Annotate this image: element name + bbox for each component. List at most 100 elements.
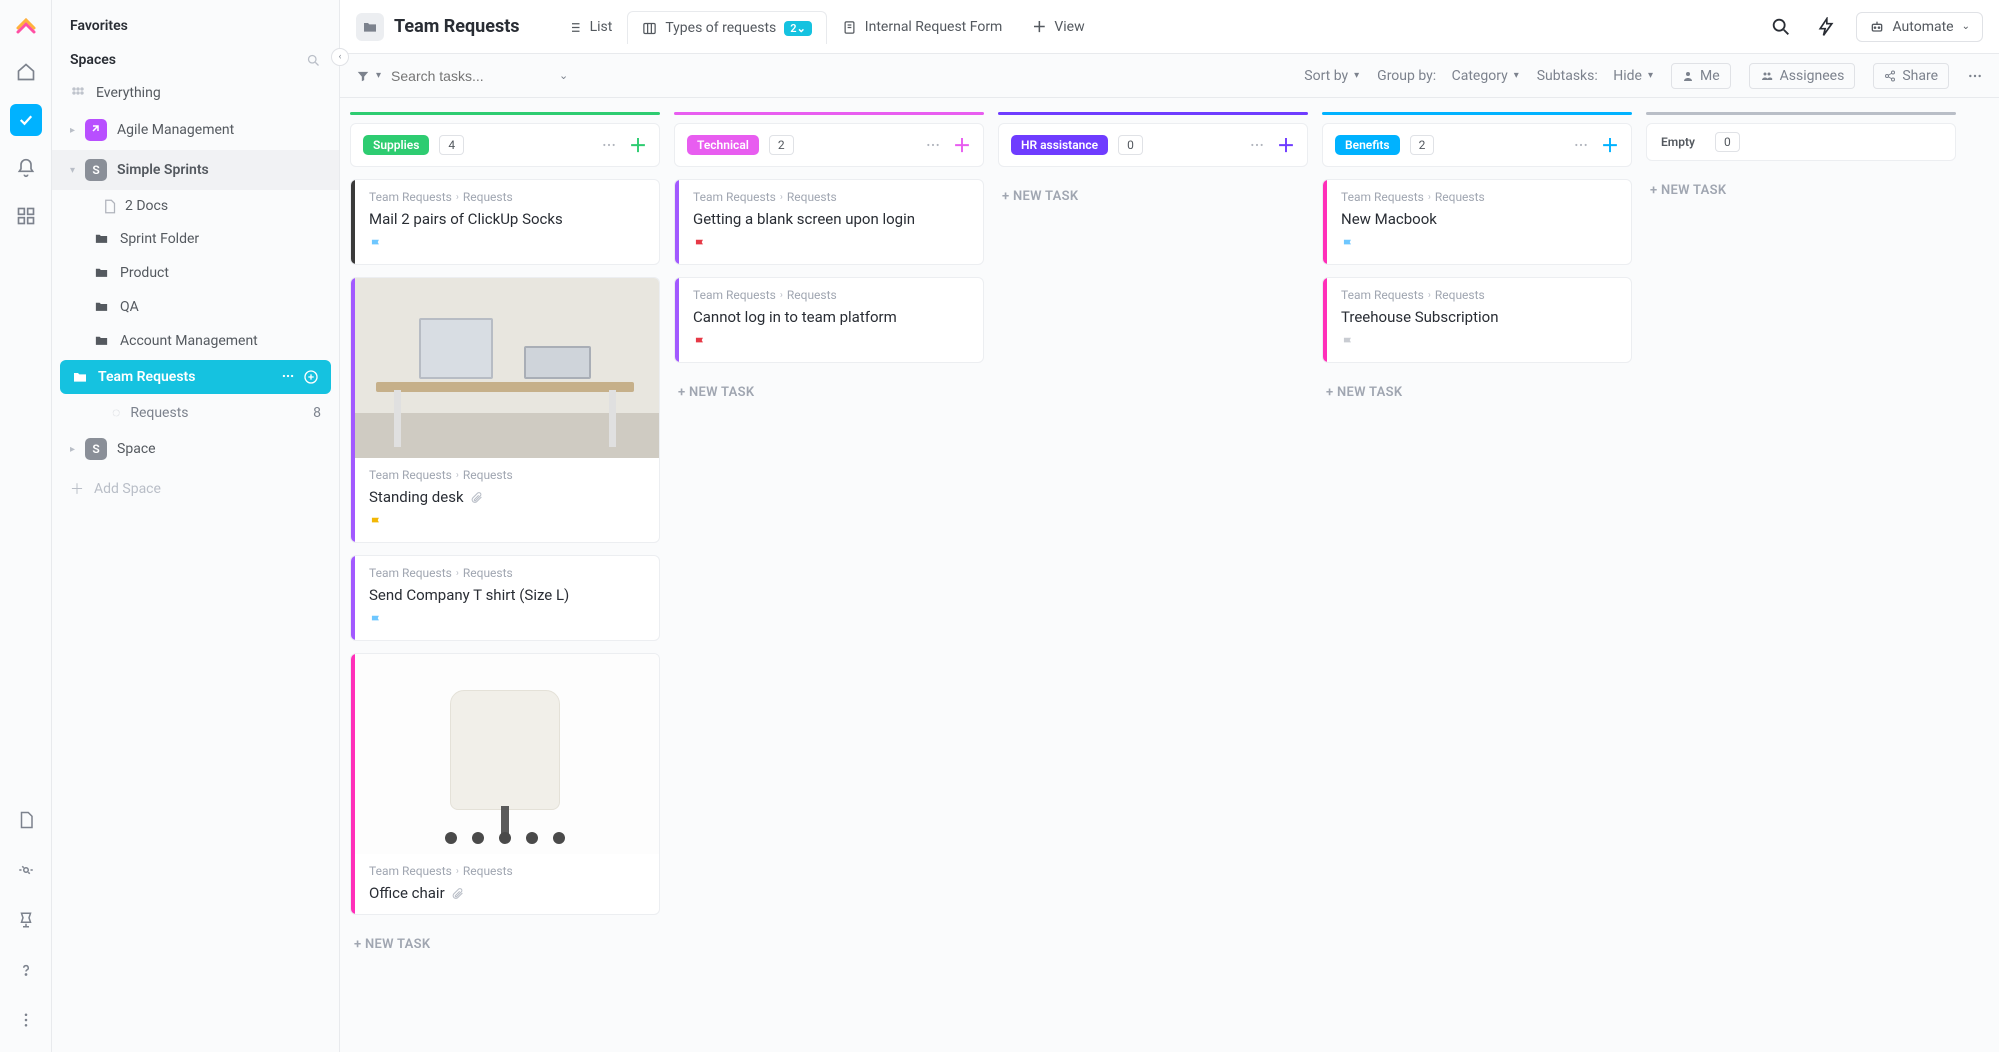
sidebar-folder-account[interactable]: Account Management [52,324,339,358]
priority-flag-icon[interactable] [369,238,645,252]
new-task-button[interactable]: + NEW TASK [998,179,1308,214]
new-task-button[interactable]: + NEW TASK [1322,375,1632,410]
column-add-task-icon[interactable]: ＋ [629,132,647,158]
new-task-button[interactable]: + NEW TASK [350,927,660,962]
sidebar-add-space[interactable]: ＋ Add Space [52,469,339,509]
column-add-task-icon[interactable]: ＋ [953,132,971,158]
sidebar-folder-product[interactable]: Product [52,256,339,290]
apps-icon[interactable] [10,200,42,232]
notifications-icon[interactable] [10,152,42,184]
folder-account-label: Account Management [120,333,258,349]
folder-qa-label: QA [120,299,139,315]
goals-icon[interactable] [10,904,42,936]
task-card[interactable]: Team Requests › Requests Mail 2 pairs of… [350,179,660,265]
priority-flag-icon[interactable] [369,516,645,530]
priority-flag-icon[interactable] [693,238,969,252]
share-button[interactable]: Share [1873,63,1949,89]
task-card[interactable]: Team Requests › Requests Treehouse Subsc… [1322,277,1632,363]
sidebar-everything[interactable]: Everything [52,76,339,110]
chevron-down-icon[interactable]: ⌄ [559,69,568,82]
task-card[interactable]: Team Requests › Requests Standing desk [350,277,660,543]
column-label[interactable]: Empty [1659,132,1705,152]
column-more-icon[interactable] [1573,137,1589,153]
column-label[interactable]: HR assistance [1011,135,1108,155]
me-filter[interactable]: Me [1671,63,1731,89]
new-task-button[interactable]: + NEW TASK [674,375,984,410]
favorites-header[interactable]: Favorites [52,8,339,42]
tab-add-view[interactable]: ＋ View [1017,8,1099,45]
search-icon[interactable] [306,53,321,68]
kanban-board[interactable]: Supplies 4 ＋ Team Requests › Requests Ma… [340,98,1999,1052]
me-label: Me [1700,68,1720,84]
sidebar-space[interactable]: ▸ S Space [52,429,339,469]
task-card[interactable]: Team Requests › Requests Getting a blank… [674,179,984,265]
subtasks-label: Subtasks: [1537,68,1598,84]
priority-flag-icon[interactable] [1341,336,1617,350]
folder-add-icon[interactable] [303,369,319,385]
new-task-button[interactable]: + NEW TASK [1646,173,1956,208]
spaces-header[interactable]: Spaces [52,42,339,76]
folder-icon [356,13,384,41]
tab-list[interactable]: List [552,10,628,43]
automate-button[interactable]: Automate ⌄ [1856,12,1984,42]
home-icon[interactable] [10,56,42,88]
group-by-button[interactable]: Group by: Category ▾ [1377,68,1519,84]
column-count: 2 [1410,135,1435,155]
everything-label: Everything [96,85,161,101]
column-label[interactable]: Supplies [363,135,429,155]
subtasks-button[interactable]: Subtasks: Hide ▾ [1537,68,1653,84]
sidebar-agile[interactable]: ▸ Agile Management [52,110,339,150]
pulse-icon[interactable] [10,854,42,886]
view-tabs: List Types of requests 2⌄ Internal Reque… [552,8,1100,45]
sidebar-folder-sprint[interactable]: Sprint Folder [52,222,339,256]
search-icon[interactable] [1766,12,1796,42]
column-more-icon[interactable] [925,137,941,153]
folder-icon [94,333,110,349]
sidebar-folder-team-requests[interactable]: Team Requests [60,360,331,394]
help-icon[interactable] [10,954,42,986]
column-add-task-icon[interactable]: ＋ [1601,132,1619,158]
sidebar-simple-sprints[interactable]: ▾ S Simple Sprints [52,150,339,190]
card-breadcrumb: Team Requests › Requests [1341,190,1617,204]
caret-icon: ▸ [70,444,75,455]
docs-icon[interactable] [10,804,42,836]
priority-flag-icon[interactable] [369,614,645,628]
column-count: 4 [439,135,464,155]
sidebar-folder-qa[interactable]: QA [52,290,339,324]
column-add-task-icon[interactable]: ＋ [1277,132,1295,158]
sidebar-list-requests[interactable]: ◌ Requests 8 [52,396,339,429]
search-input[interactable] [391,68,551,84]
tab-view-label: View [1054,19,1084,35]
priority-flag-icon[interactable] [693,336,969,350]
column-more-icon[interactable] [601,137,617,153]
list-dot-icon: ◌ [112,404,120,421]
tab-types[interactable]: Types of requests 2⌄ [627,11,826,44]
column-label[interactable]: Benefits [1335,135,1400,155]
more-icon[interactable] [10,1004,42,1036]
folder-more-icon[interactable] [281,369,295,385]
tab-form[interactable]: Internal Request Form [827,10,1018,43]
filter-button[interactable]: ▾ [356,69,381,83]
task-card[interactable]: Team Requests › Requests Office chair [350,653,660,915]
group-by-value: Category [1452,68,1508,84]
bolt-icon[interactable] [1812,13,1840,41]
tasks-icon[interactable] [10,104,42,136]
sidebar-docs-link[interactable]: 2 Docs [92,190,339,222]
toolbar-more-icon[interactable] [1967,68,1983,84]
sort-by-button[interactable]: Sort by ▾ [1304,68,1359,84]
task-card[interactable]: Team Requests › Requests New Macbook [1322,179,1632,265]
grid-icon [70,85,86,101]
app-logo[interactable] [12,12,40,40]
task-card[interactable]: Team Requests › Requests Cannot log in t… [674,277,984,363]
sidebar-collapse-button[interactable]: ‹ [331,48,349,66]
tab-types-label: Types of requests [665,20,776,36]
task-search[interactable]: ⌄ [391,68,568,84]
assignees-filter[interactable]: Assignees [1749,63,1856,89]
robot-icon [1869,19,1885,35]
column-more-icon[interactable] [1249,137,1265,153]
task-card[interactable]: Team Requests › Requests Send Company T … [350,555,660,641]
priority-flag-icon[interactable] [1341,238,1617,252]
column-label[interactable]: Technical [687,135,759,155]
folder-sprint-label: Sprint Folder [120,231,199,247]
tab-types-badge: 2⌄ [784,21,812,36]
